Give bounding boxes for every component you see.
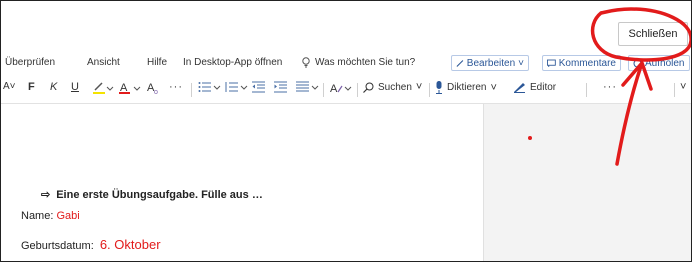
word-online-window: Schließen Überprüfen Ansicht Hilfe In De… <box>0 0 692 262</box>
annotation-circle <box>590 7 691 62</box>
red-annotation-overlay <box>590 7 691 166</box>
